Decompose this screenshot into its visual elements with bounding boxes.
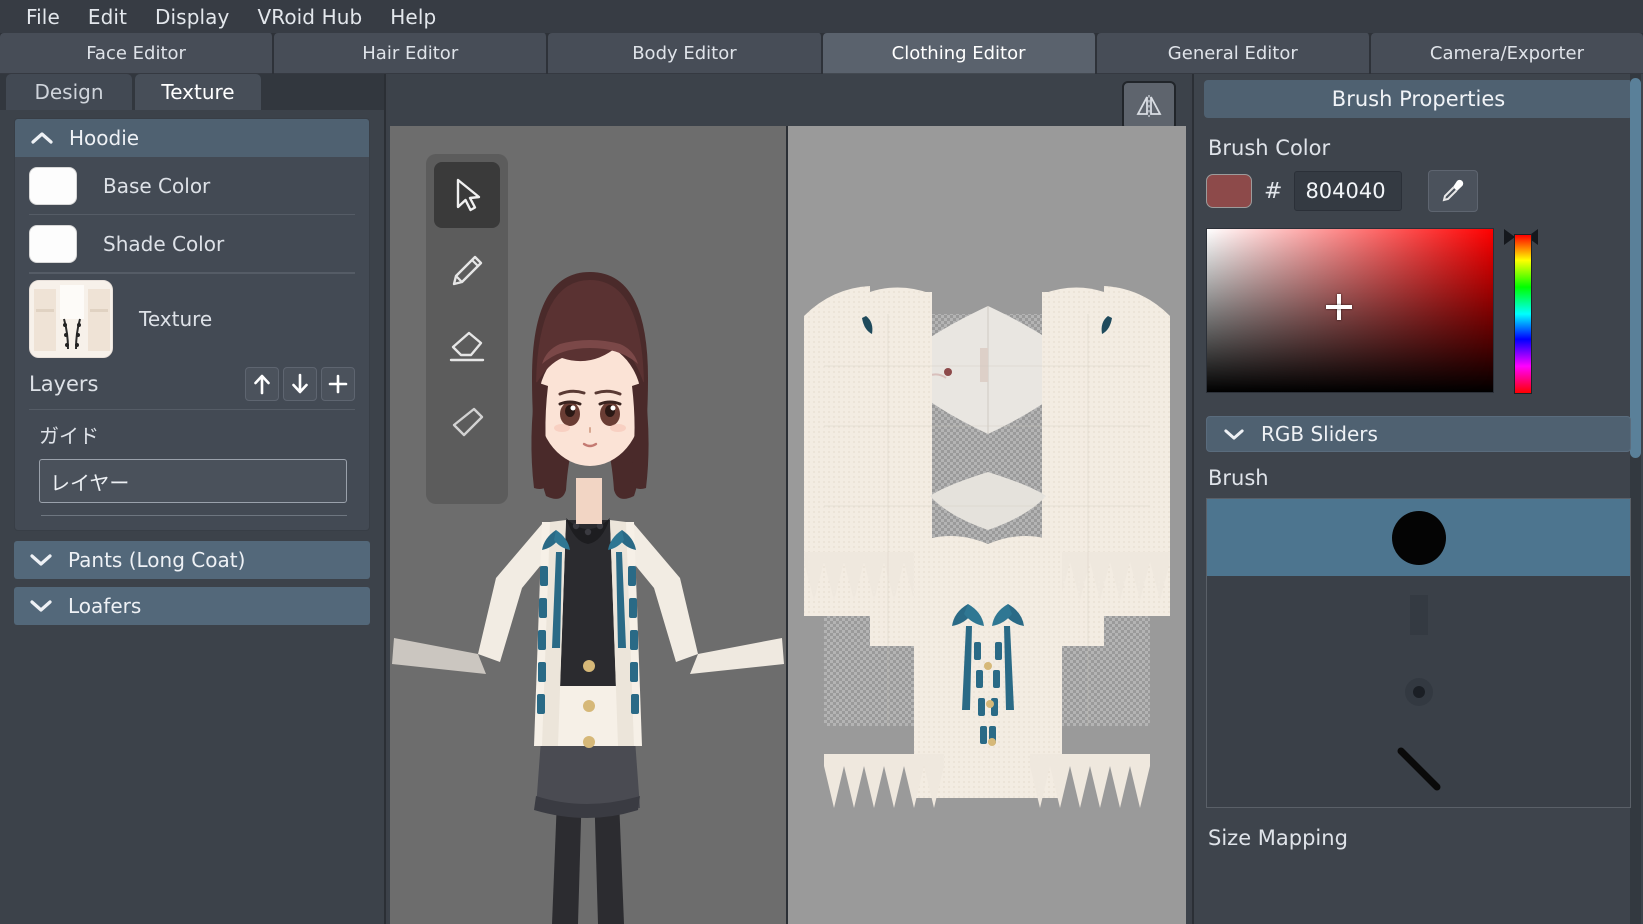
brush-properties-body: Brush Color # 804040 RGB Sliders Brush S… [1194,118,1643,850]
center-viewport [388,74,1190,924]
base-color-swatch[interactable] [29,166,77,205]
color-picker-area [1206,228,1631,400]
tab-face-editor[interactable]: Face Editor [0,33,275,74]
menu-vroid-hub[interactable]: VRoid Hub [243,1,376,33]
brush-list [1206,498,1631,808]
group-pants-header[interactable]: Pants (Long Coat) [14,541,370,579]
layers-title: Layers [29,371,99,396]
chevron-down-icon [1223,423,1245,445]
brush-diagonal-stroke[interactable] [1207,730,1630,807]
size-mapping-label: Size Mapping [1208,826,1348,850]
group-hoodie: Hoodie Base Color Shade Color Texture La… [14,118,370,531]
right-sidebar: Brush Properties Brush Color # 804040 RG… [1192,74,1643,924]
group-pants: Pants (Long Coat) [14,541,370,579]
menu-help[interactable]: Help [376,1,450,33]
shade-color-label: Shade Color [103,231,225,256]
tab-body-editor[interactable]: Body Editor [548,33,823,74]
uv-layout [788,126,1186,924]
eyedropper-icon[interactable] [1428,170,1479,212]
subtab-design[interactable]: Design [6,74,132,110]
tool-palette [426,154,508,504]
shade-color-swatch[interactable] [29,224,77,263]
viewport-toolbar [388,74,1190,131]
group-hoodie-content: Base Color Shade Color Texture Layers ガイ… [15,157,369,530]
texture-thumbnail[interactable] [29,280,113,358]
group-loafers: Loafers [14,587,370,625]
sidebar-subtab-bar: Design Texture [0,74,384,110]
mirror-symmetry-icon[interactable] [1122,81,1176,131]
subtab-filler [264,74,384,110]
rgb-sliders-toggle[interactable]: RGB Sliders [1206,416,1631,452]
layer-section: ガイド レイヤー [29,410,355,524]
menu-file[interactable]: File [12,1,74,33]
row-shade-color[interactable]: Shade Color [29,215,355,273]
group-pants-title: Pants (Long Coat) [68,548,246,572]
brush-soft-square[interactable] [1207,576,1630,653]
menu-display[interactable]: Display [141,1,243,33]
group-loafers-header[interactable]: Loafers [14,587,370,625]
hash-symbol: # [1264,178,1283,204]
subtab-texture[interactable]: Texture [135,74,261,110]
hue-slider[interactable] [1514,234,1532,394]
menu-bar: File Edit Display VRoid Hub Help [0,0,1643,33]
model-3d-pane[interactable] [390,126,786,924]
editor-tab-bar: Face Editor Hair Editor Body Editor Clot… [0,33,1643,74]
row-base-color[interactable]: Base Color [29,157,355,215]
base-color-label: Base Color [103,173,211,198]
brush-color-label: Brush Color [1208,136,1331,160]
arrow-down-icon[interactable] [283,366,317,401]
cursor-arrow-icon[interactable] [434,162,500,228]
brush-small-dot[interactable] [1207,653,1630,730]
layer-group-name: ガイド [39,424,99,448]
group-loafers-title: Loafers [68,594,142,618]
eraser-icon[interactable] [434,314,500,380]
brush-hard-round[interactable] [1207,499,1630,576]
tab-general-editor[interactable]: General Editor [1096,33,1371,74]
tab-clothing-editor[interactable]: Clothing Editor [822,33,1097,74]
pencil-icon[interactable] [434,238,500,304]
rgb-sliders-label: RGB Sliders [1261,422,1378,446]
left-sidebar: Design Texture Hoodie Base Color Shade C… [0,74,386,924]
layers-header: Layers [29,358,355,410]
sidebar-content: Hoodie Base Color Shade Color Texture La… [0,110,384,924]
chevron-down-icon [30,595,52,617]
saturation-value-field[interactable] [1206,228,1494,393]
group-hoodie-title: Hoodie [69,126,140,150]
row-texture[interactable]: Texture [29,274,355,358]
chevron-up-icon [31,127,53,149]
fill-bucket-icon[interactable] [434,390,500,456]
texture-label: Texture [139,307,213,331]
brush-color-row: # 804040 [1206,170,1631,212]
tab-camera-exporter[interactable]: Camera/Exporter [1370,33,1643,74]
plus-icon[interactable] [321,366,355,401]
group-hoodie-header[interactable]: Hoodie [15,119,369,157]
brush-section-label: Brush [1208,466,1269,490]
uv-texture-pane[interactable] [788,126,1186,924]
color-cursor-icon [1325,294,1352,321]
brush-properties-title: Brush Properties [1204,80,1633,118]
layer-item[interactable]: レイヤー [39,459,347,503]
hue-slider-column [1504,228,1538,400]
layer-divider [41,515,347,516]
menu-edit[interactable]: Edit [74,1,141,33]
tab-hair-editor[interactable]: Hair Editor [274,33,549,74]
hex-color-input[interactable]: 804040 [1294,171,1403,211]
vroid-studio-window: File Edit Display VRoid Hub Help Face Ed… [0,0,1643,924]
arrow-up-icon[interactable] [245,366,279,401]
chevron-down-icon [30,549,52,571]
brush-color-swatch[interactable] [1206,174,1252,208]
